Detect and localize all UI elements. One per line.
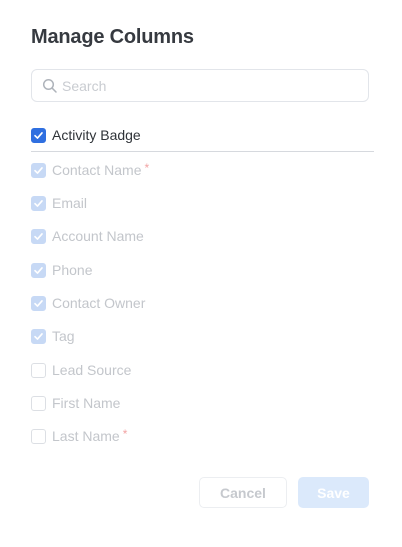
column-item: Phone <box>31 260 371 280</box>
column-item: Contact Owner <box>31 293 371 313</box>
column-checkbox <box>31 195 46 211</box>
search-icon <box>42 78 58 94</box>
search-box[interactable] <box>31 69 369 102</box>
column-label: Contact Name <box>52 162 142 178</box>
column-checkbox <box>31 328 46 344</box>
column-checkbox[interactable] <box>31 127 46 143</box>
column-label: Tag <box>52 328 75 344</box>
column-label: Account Name <box>52 228 144 244</box>
column-item: Contact Name * <box>31 160 371 180</box>
required-marker: * <box>122 427 128 441</box>
column-label: Contact Owner <box>52 295 146 311</box>
column-checkbox <box>31 262 46 278</box>
manage-columns-dialog: Manage Columns Activity Badge Contact Nam… <box>0 0 402 547</box>
search-input[interactable] <box>62 70 362 101</box>
column-item: Tag <box>31 326 371 346</box>
column-item: Account Name <box>31 226 371 246</box>
column-label: Last Name <box>52 428 120 444</box>
column-label: First Name <box>52 395 121 411</box>
column-label: Phone <box>52 262 93 278</box>
column-item: Lead Source <box>31 360 371 380</box>
required-marker: * <box>144 161 150 175</box>
column-item: Last Name * <box>31 426 371 446</box>
column-checkbox <box>31 228 46 244</box>
column-checkbox <box>31 395 46 411</box>
column-checkbox <box>31 162 46 178</box>
column-item: Email <box>31 193 371 213</box>
column-label: Email <box>52 195 88 211</box>
divider <box>31 151 374 152</box>
column-item[interactable]: Activity Badge <box>31 125 371 145</box>
column-item: First Name <box>31 393 371 413</box>
column-checkbox <box>31 428 46 444</box>
cancel-button[interactable]: Cancel <box>199 477 287 508</box>
column-label: Lead Source <box>52 362 132 378</box>
dialog-title: Manage Columns <box>31 26 194 48</box>
save-button[interactable]: Save <box>298 477 369 508</box>
column-checkbox <box>31 295 46 311</box>
column-checkbox <box>31 362 46 378</box>
column-label: Activity Badge <box>52 127 141 143</box>
